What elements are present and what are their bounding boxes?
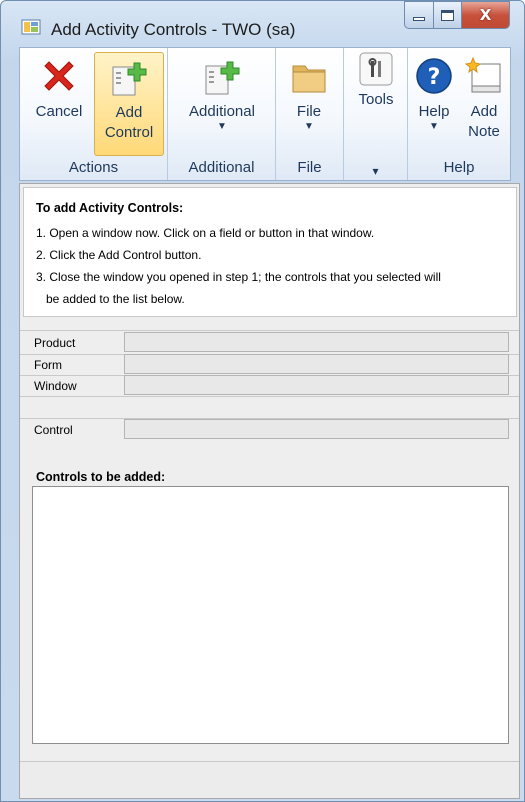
folder-icon <box>292 65 326 93</box>
file-button[interactable]: File ▼ <box>280 52 338 156</box>
close-button[interactable]: X <box>462 1 510 29</box>
add-control-icon <box>112 62 147 96</box>
status-bar <box>20 761 519 798</box>
tools-group-arrow[interactable]: ▾ <box>344 164 407 178</box>
file-label: File <box>296 103 322 120</box>
tools-icon <box>359 52 393 86</box>
form-row: Form <box>32 354 510 374</box>
add-note-button[interactable]: Add Note <box>460 52 508 156</box>
control-label: Control <box>34 423 73 437</box>
tools-label: Tools <box>358 91 394 108</box>
help-button[interactable]: ? Help ▼ <box>410 52 458 156</box>
add-note-label-2: Note <box>468 123 500 140</box>
instruction-line: be added to the list below. <box>46 292 185 306</box>
product-row: Product <box>32 332 510 352</box>
chevron-down-icon: ▼ <box>304 121 314 132</box>
svg-text:?: ? <box>428 65 441 90</box>
control-field <box>124 419 509 439</box>
instruction-line: 1. Open a window now. Click on a field o… <box>36 226 375 240</box>
ribbon-group-additional: Additional ▼ Additional <box>168 48 276 180</box>
ribbon-group-tools: Tools ▾ <box>344 48 408 180</box>
ribbon-group-help: ? Help ▼ Add Note Help <box>408 48 510 180</box>
group-label-file: File <box>297 159 322 176</box>
add-control-button[interactable]: Add Control <box>94 52 164 156</box>
ribbon-group-file: File ▼ File <box>276 48 344 180</box>
group-label-additional: Additional <box>188 159 255 176</box>
additional-icon <box>205 61 240 95</box>
add-note-label-1: Add <box>470 103 498 120</box>
minimize-icon <box>413 17 425 21</box>
instruction-line: 2. Click the Add Control button. <box>36 248 202 262</box>
form-field <box>124 354 509 374</box>
title-bar[interactable]: Add Activity Controls - TWO (sa) X <box>1 1 524 45</box>
close-icon: X <box>479 6 492 24</box>
cancel-button[interactable]: Cancel <box>26 52 92 156</box>
note-icon <box>464 56 501 93</box>
minimize-button[interactable] <box>404 1 434 29</box>
tools-button[interactable]: Tools <box>348 52 404 156</box>
window-field <box>124 375 509 395</box>
divider <box>20 396 519 397</box>
maximize-icon <box>441 9 454 21</box>
additional-label: Additional <box>189 103 255 120</box>
instructions-title: To add Activity Controls: <box>36 201 184 215</box>
add-control-label-1: Add <box>115 104 143 121</box>
additional-button[interactable]: Additional ▼ <box>174 52 270 156</box>
instruction-line: 3. Close the window you opened in step 1… <box>36 270 441 284</box>
form-label: Form <box>34 358 62 372</box>
instructions-panel: To add Activity Controls: 1. Open a wind… <box>23 187 517 317</box>
cancel-x-icon <box>44 61 74 91</box>
help-label: Help <box>418 103 450 120</box>
window-row: Window <box>32 375 510 395</box>
chevron-down-icon: ▼ <box>217 121 227 132</box>
ribbon-group-actions: Cancel Add Control Actions <box>20 48 168 180</box>
add-control-label-2: Control <box>104 124 154 141</box>
window-label: Window <box>34 379 77 393</box>
window-frame: Add Activity Controls - TWO (sa) X Cance… <box>0 0 525 802</box>
ribbon: Cancel Add Control Actions Additional ▼ … <box>19 47 511 181</box>
controls-list[interactable] <box>32 486 509 744</box>
divider <box>20 330 519 331</box>
chevron-down-icon: ▼ <box>429 121 439 132</box>
cancel-label: Cancel <box>35 103 83 120</box>
window-controls: X <box>404 1 510 31</box>
content-panel: To add Activity Controls: 1. Open a wind… <box>19 183 520 799</box>
product-label: Product <box>34 336 76 350</box>
app-icon <box>21 19 41 35</box>
product-field <box>124 332 509 352</box>
help-icon: ? <box>416 58 452 94</box>
window-title: Add Activity Controls - TWO (sa) <box>51 20 296 39</box>
controls-list-title: Controls to be added: <box>36 470 166 484</box>
group-label-help: Help <box>443 159 475 176</box>
group-label-actions: Actions <box>68 159 119 176</box>
maximize-button[interactable] <box>434 1 462 29</box>
control-row: Control <box>32 419 510 439</box>
